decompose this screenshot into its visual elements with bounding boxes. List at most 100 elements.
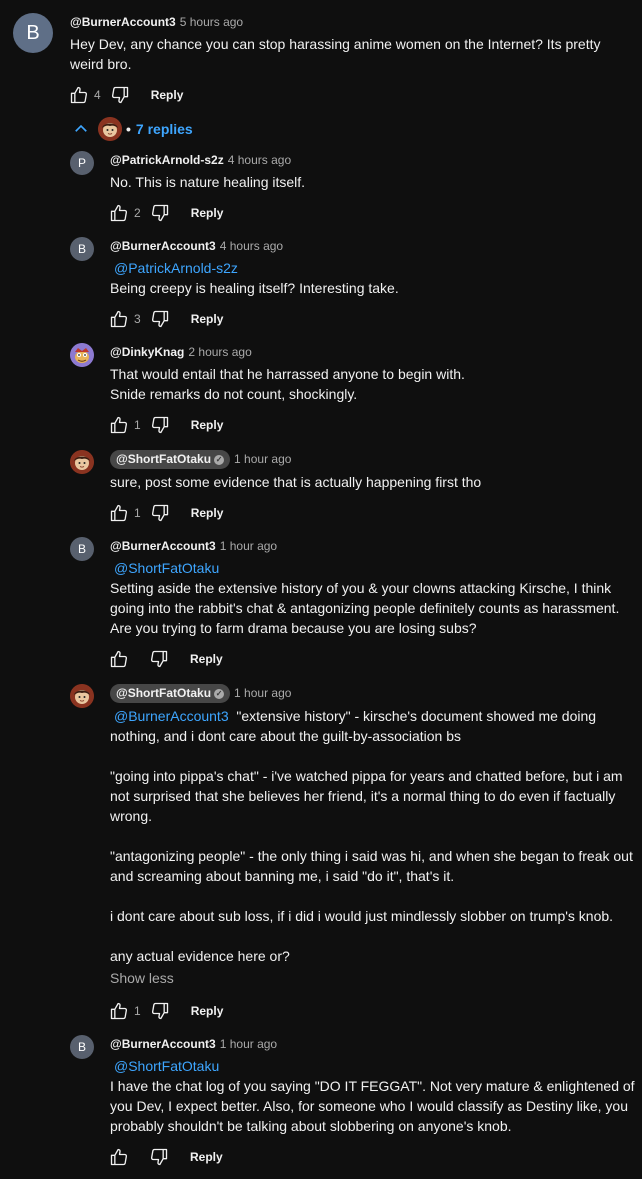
avatar-letter: B bbox=[77, 542, 86, 556]
comment-text-line: "extensive history" - kirsche's document… bbox=[236, 708, 597, 724]
comment-actions: 4 Reply bbox=[68, 83, 183, 107]
avatar-letter: P bbox=[77, 156, 86, 170]
comment-time[interactable]: 4 hours ago bbox=[228, 153, 291, 167]
avatar[interactable] bbox=[70, 684, 94, 708]
comment-text: any actual evidence here or? bbox=[110, 948, 290, 964]
comment-text: you Dev, I expect better. Also, for some… bbox=[110, 1098, 628, 1114]
like-icon[interactable] bbox=[108, 414, 130, 436]
comment-actions: 2 Reply bbox=[108, 201, 223, 225]
dislike-icon[interactable] bbox=[149, 202, 171, 224]
dislike-icon[interactable] bbox=[149, 1000, 171, 1022]
comment-author[interactable]: @BurnerAccount3 bbox=[110, 239, 216, 253]
replies-count-label: 7 replies bbox=[135, 121, 193, 137]
reply-button[interactable]: Reply bbox=[190, 652, 223, 666]
comment-header: @ShortFatOtaku ✓ 1 hour ago bbox=[110, 449, 291, 469]
comment-text: "going into pippa's chat" - i've watched… bbox=[110, 768, 623, 784]
avatar[interactable]: B bbox=[70, 237, 94, 261]
comment-text: That would entail that he harrassed anyo… bbox=[110, 366, 465, 382]
comment-actions: 1 Reply bbox=[108, 999, 223, 1023]
like-count: 4 bbox=[94, 88, 101, 102]
avatar-letter: B bbox=[26, 21, 40, 44]
comment-text: "antagonizing people" - the only thing i… bbox=[110, 848, 633, 864]
comment-author[interactable]: @DinkyKnag bbox=[110, 345, 184, 359]
comment-header: @BurnerAccount3 4 hours ago bbox=[110, 236, 283, 255]
comment-actions: Reply bbox=[108, 1145, 223, 1169]
comment-time[interactable]: 2 hours ago bbox=[188, 345, 251, 359]
like-icon[interactable] bbox=[108, 502, 130, 524]
show-less-button[interactable]: Show less bbox=[110, 970, 174, 986]
comment-time[interactable]: 1 hour ago bbox=[234, 452, 291, 466]
like-icon[interactable] bbox=[68, 84, 90, 106]
comment-author: @ShortFatOtaku bbox=[116, 452, 212, 466]
comment-text: No. This is nature healing itself. bbox=[110, 174, 306, 190]
comment-text: nothing, and i dont care about the guilt… bbox=[110, 728, 462, 744]
mention-link[interactable]: @PatrickArnold-s2z bbox=[114, 258, 238, 278]
comment-text: wrong. bbox=[110, 808, 153, 824]
avatar[interactable] bbox=[70, 343, 94, 367]
reply-author-avatar bbox=[98, 117, 122, 141]
comment-header: @DinkyKnag 2 hours ago bbox=[110, 342, 252, 361]
like-count: 2 bbox=[134, 206, 141, 220]
avatar[interactable]: P bbox=[70, 151, 94, 175]
comment-header: @BurnerAccount3 5 hours ago bbox=[70, 12, 243, 31]
creator-badge[interactable]: @ShortFatOtaku ✓ bbox=[110, 684, 231, 703]
mention-link[interactable]: @ShortFatOtaku bbox=[114, 558, 219, 578]
reply-button[interactable]: Reply bbox=[151, 88, 184, 102]
reply-button[interactable]: Reply bbox=[191, 418, 224, 432]
like-icon[interactable] bbox=[108, 308, 130, 330]
dislike-icon[interactable] bbox=[149, 502, 171, 524]
comment-author[interactable]: @PatrickArnold-s2z bbox=[110, 153, 224, 167]
comment-author[interactable]: @BurnerAccount3 bbox=[70, 15, 176, 29]
comment-time[interactable]: 1 hour ago bbox=[220, 539, 277, 553]
avatar-letter: B bbox=[77, 1040, 86, 1054]
comment-text: Are you trying to farm drama because you… bbox=[110, 620, 477, 636]
dislike-icon[interactable] bbox=[149, 414, 171, 436]
avatar[interactable]: B bbox=[70, 1035, 94, 1059]
comment-actions: 3 Reply bbox=[108, 307, 223, 331]
comment-time[interactable]: 5 hours ago bbox=[180, 15, 243, 29]
comment-author[interactable]: @BurnerAccount3 bbox=[110, 539, 216, 553]
mention-link[interactable]: @BurnerAccount3 bbox=[114, 708, 229, 724]
avatar[interactable]: B bbox=[13, 13, 53, 53]
dislike-icon[interactable] bbox=[148, 1146, 170, 1168]
comment-text: Setting aside the extensive history of y… bbox=[110, 580, 612, 596]
reply-button[interactable]: Reply bbox=[190, 1150, 223, 1164]
comment-text: going into the rabbit's chat & antagoniz… bbox=[110, 600, 620, 616]
comment-header: @ShortFatOtaku ✓ 1 hour ago bbox=[110, 683, 291, 703]
dislike-icon[interactable] bbox=[109, 84, 131, 106]
dislike-icon[interactable] bbox=[148, 648, 170, 670]
mention-link[interactable]: @ShortFatOtaku bbox=[114, 1056, 219, 1076]
like-icon[interactable] bbox=[108, 202, 130, 224]
comment-header: @BurnerAccount3 1 hour ago bbox=[110, 536, 277, 555]
like-count: 1 bbox=[134, 1004, 141, 1018]
reply-button[interactable]: Reply bbox=[191, 1004, 224, 1018]
comment-actions: 1 Reply bbox=[108, 413, 223, 437]
comment-text: Snide remarks do not count, shockingly. bbox=[110, 386, 358, 402]
comment-time[interactable]: 4 hours ago bbox=[220, 239, 283, 253]
avatar[interactable]: B bbox=[70, 537, 94, 561]
like-icon[interactable] bbox=[108, 1146, 130, 1168]
comment-text: probably shouldn't be talking about slob… bbox=[110, 1118, 512, 1134]
comment-actions: 1 Reply bbox=[108, 501, 223, 525]
like-count: 3 bbox=[134, 312, 141, 326]
comment-time[interactable]: 1 hour ago bbox=[234, 686, 291, 700]
dislike-icon[interactable] bbox=[149, 308, 171, 330]
reply-button[interactable]: Reply bbox=[191, 506, 224, 520]
like-icon[interactable] bbox=[108, 1000, 130, 1022]
comment-time[interactable]: 1 hour ago bbox=[220, 1037, 277, 1051]
comment-text: and screaming about banning me, i said "… bbox=[110, 868, 455, 884]
like-icon[interactable] bbox=[108, 648, 130, 670]
avatar[interactable] bbox=[70, 450, 94, 474]
reply-button[interactable]: Reply bbox=[191, 312, 224, 326]
comment-header: @PatrickArnold-s2z 4 hours ago bbox=[110, 150, 291, 169]
comment-text: sure, post some evidence that is actuall… bbox=[110, 474, 482, 490]
like-count: 1 bbox=[134, 418, 141, 432]
replies-toggle[interactable]: • 7 replies bbox=[72, 116, 193, 142]
comment-author[interactable]: @BurnerAccount3 bbox=[110, 1037, 216, 1051]
comment-text: I have the chat log of you saying "DO IT… bbox=[110, 1078, 635, 1094]
creator-badge[interactable]: @ShortFatOtaku ✓ bbox=[110, 450, 231, 469]
chevron-up-icon bbox=[72, 118, 90, 140]
reply-button[interactable]: Reply bbox=[191, 206, 224, 220]
comment-text: not surprised that she believes her frie… bbox=[110, 788, 616, 804]
comment-header: @BurnerAccount3 1 hour ago bbox=[110, 1034, 277, 1053]
